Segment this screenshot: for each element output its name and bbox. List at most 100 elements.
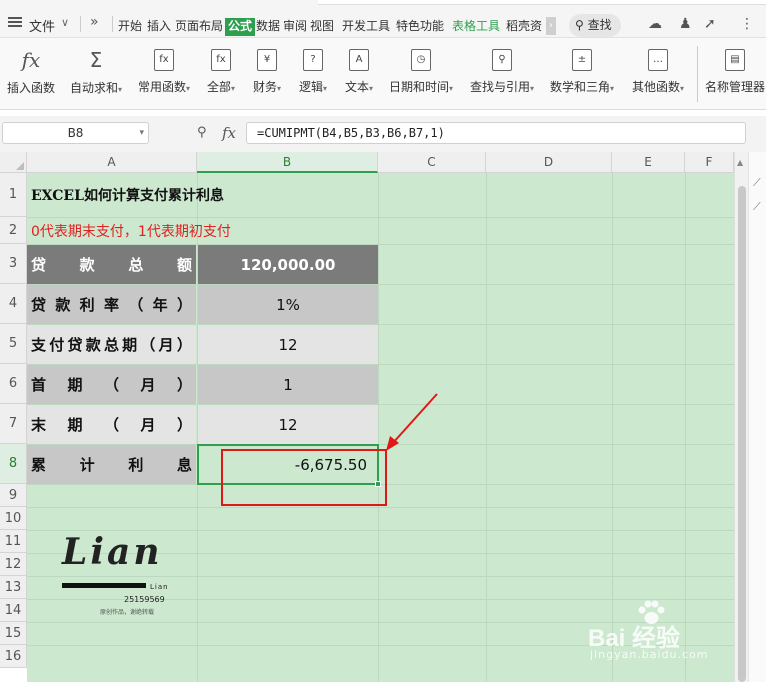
tabs-more-icon[interactable]: › — [546, 17, 556, 35]
fx-icon[interactable]: fx — [222, 124, 236, 142]
tab-docer[interactable]: 稻壳资 — [506, 18, 542, 36]
row-header-6[interactable]: 6 — [0, 364, 27, 404]
search-button[interactable]: ⚲ 查找 — [569, 14, 621, 37]
tab-home[interactable]: 开始 — [118, 18, 142, 36]
tab-developer[interactable]: 开发工具 — [342, 18, 390, 36]
value-interest-rate[interactable]: 1% — [198, 285, 378, 324]
math-functions-button[interactable]: ± 数学和三角▾ — [546, 44, 618, 104]
row-header-5[interactable]: 5 — [0, 324, 27, 364]
panel-icon[interactable]: ⟋ — [753, 200, 761, 214]
divider — [112, 16, 113, 32]
logo-word: Lian — [62, 531, 163, 573]
logo-bar — [62, 583, 146, 588]
tab-data[interactable]: 数据 — [256, 18, 280, 36]
row-header-7[interactable]: 7 — [0, 404, 27, 444]
logo-subtitle: 原创作品，谢绝转载 — [100, 609, 155, 616]
file-menu[interactable]: 文件 — [29, 16, 55, 35]
row-header-1[interactable]: 1 — [0, 173, 27, 217]
label-total-periods[interactable]: 支 付 贷 款 总 期 （ 月 ） — [27, 325, 196, 364]
gridline — [378, 173, 379, 682]
select-all-corner[interactable] — [0, 152, 27, 173]
row-header-9[interactable]: 9 — [0, 484, 27, 507]
menu-bar: 文件 ∨ » 开始 插入 页面布局 公式 数据 审阅 视图 开发工具 特色功能 … — [0, 0, 766, 38]
title-strip — [318, 0, 766, 5]
column-header-d[interactable]: D — [486, 152, 612, 173]
row-header-2[interactable]: 2 — [0, 217, 27, 244]
row-header-3[interactable]: 3 — [0, 244, 27, 284]
row-header-14[interactable]: 14 — [0, 599, 27, 622]
row-header-15[interactable]: 15 — [0, 622, 27, 645]
sheet-title[interactable]: EXCEL如何计算支付累计利息 — [27, 173, 378, 217]
row-header-10[interactable]: 10 — [0, 507, 27, 530]
label-end-period[interactable]: 末 期 （ 月 ） — [27, 405, 196, 444]
search-label: 查找 — [587, 18, 612, 32]
gridline — [486, 173, 487, 682]
label-loan-amount[interactable]: 贷 款 总 额 — [27, 245, 196, 284]
value-end-period[interactable]: 12 — [198, 405, 378, 444]
row-header-4[interactable]: 4 — [0, 284, 27, 324]
row-header-8[interactable]: 8 — [0, 444, 27, 484]
insert-function-button[interactable]: fx 插入函数 — [4, 44, 58, 104]
column-header-e[interactable]: E — [612, 152, 685, 173]
date-time-functions-button[interactable]: ◷ 日期和时间▾ — [385, 44, 457, 104]
fx-icon: fx — [21, 48, 41, 72]
column-header-c[interactable]: C — [378, 152, 486, 173]
name-box-value: B8 — [67, 126, 84, 140]
expand-menu-icon[interactable]: » — [90, 14, 99, 30]
value-loan-amount[interactable]: 120,000.00 — [198, 245, 378, 284]
divider — [697, 46, 698, 102]
menu-icon[interactable] — [8, 17, 22, 27]
chevron-down-icon[interactable]: ▾ — [139, 123, 144, 143]
formula-input[interactable]: =CUMIPMT(B4,B5,B3,B6,B7,1) — [246, 122, 746, 144]
tab-review[interactable]: 审阅 — [283, 18, 307, 36]
label-start-period[interactable]: 首 期 （ 月 ） — [27, 365, 196, 404]
question-icon: ? — [303, 49, 323, 71]
all-functions-button[interactable]: fx 全部▾ — [202, 44, 240, 104]
name-box[interactable]: B8 ▾ — [2, 122, 149, 144]
annotation-arrow-icon — [386, 393, 438, 451]
logical-functions-button[interactable]: ? 逻辑▾ — [294, 44, 332, 104]
all-functions-label: 全部 — [206, 80, 231, 94]
common-functions-button[interactable]: fx 常用函数▾ — [134, 44, 194, 104]
more-functions-icon: … — [648, 49, 668, 71]
lookup-functions-button[interactable]: ⚲ 查找与引用▾ — [466, 44, 538, 104]
formula-bar: B8 ▾ ⚲ fx =CUMIPMT(B4,B5,B3,B6,B7,1) — [0, 116, 766, 152]
label-interest-rate[interactable]: 贷 款 利 率 （ 年 ） — [27, 285, 196, 324]
chevron-down-icon[interactable]: ∨ — [61, 16, 69, 29]
sigma-icon: Σ — [89, 48, 103, 72]
row-header-13[interactable]: 13 — [0, 576, 27, 599]
column-header-a[interactable]: A — [27, 152, 197, 173]
share-icon[interactable]: ➚ — [704, 16, 716, 32]
watermark-url: jingyan.baidu.com — [590, 648, 709, 661]
other-functions-button[interactable]: … 其他函数▾ — [627, 44, 689, 104]
more-options-icon[interactable]: ⋮ — [740, 16, 754, 32]
column-header-b[interactable]: B — [197, 152, 378, 173]
autosum-button[interactable]: Σ 自动求和▾ — [66, 44, 126, 104]
payment-type-note[interactable]: 0代表期末支付，1代表期初支付 — [27, 217, 378, 244]
tab-table-tools[interactable]: 表格工具 — [452, 18, 500, 36]
column-header-f[interactable]: F — [685, 152, 734, 173]
scroll-up-icon[interactable]: ▲ — [737, 158, 743, 167]
panel-icon[interactable]: ⟋ — [753, 176, 761, 190]
user-icon[interactable]: ♟ — [679, 16, 692, 32]
ribbon: fx 插入函数 Σ 自动求和▾ fx 常用函数▾ fx 全部▾ ¥ 财务▾ ? … — [0, 38, 766, 110]
tab-view[interactable]: 视图 — [310, 18, 334, 36]
financial-functions-button[interactable]: ¥ 财务▾ — [248, 44, 286, 104]
row-header-16[interactable]: 16 — [0, 645, 27, 668]
value-total-periods[interactable]: 12 — [198, 325, 378, 364]
name-manager-button[interactable]: ▤ 名称管理器 — [704, 44, 766, 104]
value-start-period[interactable]: 1 — [198, 365, 378, 404]
spreadsheet-grid: A B C D E F 1 2 3 4 5 6 7 8 9 10 11 12 1… — [0, 152, 766, 682]
label-cumulative-interest[interactable]: 累 计 利 息 — [27, 445, 196, 484]
math-icon: ± — [572, 49, 592, 71]
tab-formulas[interactable]: 公式 — [225, 18, 256, 36]
row-header-12[interactable]: 12 — [0, 553, 27, 576]
other-functions-label: 其他函数 — [631, 80, 680, 94]
text-functions-button[interactable]: A 文本▾ — [340, 44, 378, 104]
tab-page-layout[interactable]: 页面布局 — [175, 18, 223, 36]
row-header-11[interactable]: 11 — [0, 530, 27, 553]
tab-special[interactable]: 特色功能 — [396, 18, 444, 36]
zoom-icon[interactable]: ⚲ — [197, 125, 207, 140]
cloud-icon[interactable]: ☁ — [648, 16, 662, 32]
tab-insert[interactable]: 插入 — [147, 18, 171, 36]
